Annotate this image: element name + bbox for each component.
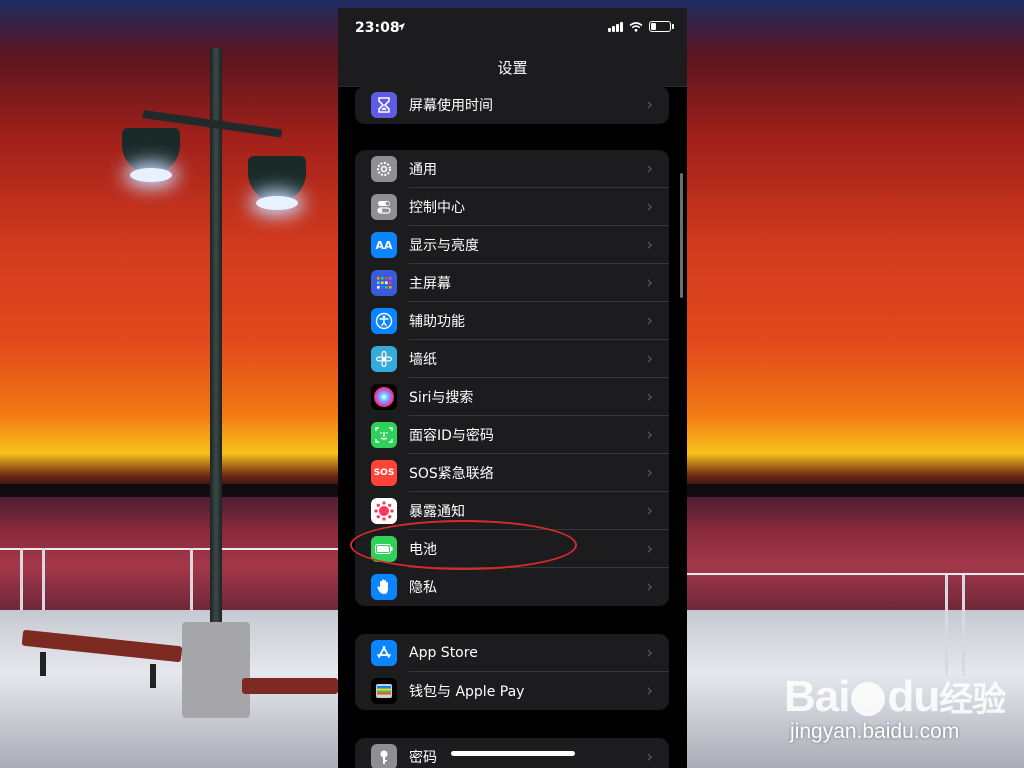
status-icons [608,21,674,32]
flower-icon [371,346,397,372]
wifi-icon [629,21,643,32]
chevron-right-icon: › [646,273,653,293]
hourglass-icon [371,92,397,118]
watermark-logo-text: Bai [784,672,850,721]
cellular-signal-icon [608,21,623,32]
bench-right [242,678,338,694]
gear-icon [371,156,397,182]
settings-row-label: 密码 [409,750,437,766]
chevron-right-icon: › [646,577,653,597]
settings-group-screen-time: 屏幕使用时间 › [355,86,669,124]
settings-row-control-center[interactable]: 控制中心 › [355,188,669,226]
settings-row-general[interactable]: 通用 › [355,150,669,188]
settings-row-label: SOS紧急联络 [409,466,494,482]
chevron-right-icon: › [646,235,653,255]
settings-row-emergency-sos[interactable]: SOS SOS紧急联络 › [355,454,669,492]
navigation-bar: 设置 [338,48,687,87]
settings-row-label: 控制中心 [409,200,465,216]
settings-row-label: 暴露通知 [409,504,465,520]
siri-icon [371,384,397,410]
watermark-logo-tail: du [887,672,940,721]
chevron-right-icon: › [646,501,653,521]
railing-post [945,575,948,675]
bench-leg [40,652,46,676]
bench-leg [150,664,156,688]
paw-icon [851,682,886,717]
status-time: 23:08 [355,20,400,36]
highlight-circle-annotation [350,520,577,570]
settings-row-label: 屏幕使用时间 [409,98,493,114]
grid-icon [371,270,397,296]
settings-row-label: 面容ID与密码 [409,428,494,444]
settings-row-label: 钱包与 Apple Pay [409,684,525,700]
chevron-right-icon: › [646,643,653,663]
app-store-icon [371,640,397,666]
sos-icon: SOS [371,460,397,486]
wallet-icon [371,678,397,704]
accessibility-icon [371,308,397,334]
settings-row-privacy[interactable]: 隐私 › [355,568,669,606]
chevron-right-icon: › [646,747,653,767]
watermark-logo-cn: 经验 [939,681,1006,719]
settings-row-siri-search[interactable]: Siri与搜索 › [355,378,669,416]
key-icon [371,744,397,768]
settings-row-app-store[interactable]: App Store › [355,634,669,672]
hand-icon [371,574,397,600]
settings-group-store: App Store › 钱包与 Apple Pay › [355,634,669,710]
settings-row-screen-time[interactable]: 屏幕使用时间 › [355,86,669,124]
battery-status-icon [649,21,674,32]
text-size-icon: AA [371,232,397,258]
railing-post [962,575,965,675]
railing-left [0,548,338,550]
scroll-indicator[interactable] [680,173,683,298]
chevron-right-icon: › [646,159,653,179]
settings-row-display-brightness[interactable]: AA 显示与亮度 › [355,226,669,264]
face-id-icon [371,422,397,448]
page-title: 设置 [497,59,528,77]
phone-screen: 23:08 设置 屏幕使用时间 › 通用 › 控制中心 › AA 显示与亮度 ›… [338,8,687,768]
toggles-icon [371,194,397,220]
chevron-right-icon: › [646,197,653,217]
settings-row-wallet-apple-pay[interactable]: 钱包与 Apple Pay › [355,672,669,710]
settings-row-label: 主屏幕 [409,276,451,292]
chevron-right-icon: › [646,425,653,445]
settings-row-accessibility[interactable]: 辅助功能 › [355,302,669,340]
baidu-jingyan-logo: Bai du经验 [784,672,1006,722]
chevron-right-icon: › [646,681,653,701]
exposure-icon [371,498,397,524]
settings-row-face-id-passcode[interactable]: 面容ID与密码 › [355,416,669,454]
chevron-right-icon: › [646,463,653,483]
status-bar: 23:08 [338,8,687,48]
railing-post [20,548,23,610]
chevron-right-icon: › [646,311,653,331]
settings-row-label: 辅助功能 [409,314,465,330]
railing-post [42,548,45,610]
settings-row-home-screen[interactable]: 主屏幕 › [355,264,669,302]
lamp-light-left [130,168,172,182]
settings-row-label: 通用 [409,162,437,178]
home-indicator[interactable] [451,751,575,756]
settings-row-wallpaper[interactable]: 墙纸 › [355,340,669,378]
lamp-base [182,622,250,718]
chevron-right-icon: › [646,387,653,407]
settings-row-label: Siri与搜索 [409,390,474,406]
chevron-right-icon: › [646,349,653,369]
lamp-light-right [256,196,298,210]
settings-row-label: App Store [409,645,478,661]
settings-row-label: 隐私 [409,580,437,596]
watermark-url: jingyan.baidu.com [790,720,960,743]
chevron-right-icon: › [646,95,653,115]
settings-row-label: 墙纸 [409,352,437,368]
settings-row-label: 显示与亮度 [409,238,479,254]
location-arrow-icon [397,23,405,31]
railing-right [687,573,1024,575]
railing-post [190,548,193,610]
lamp-post [210,48,222,628]
chevron-right-icon: › [646,539,653,559]
